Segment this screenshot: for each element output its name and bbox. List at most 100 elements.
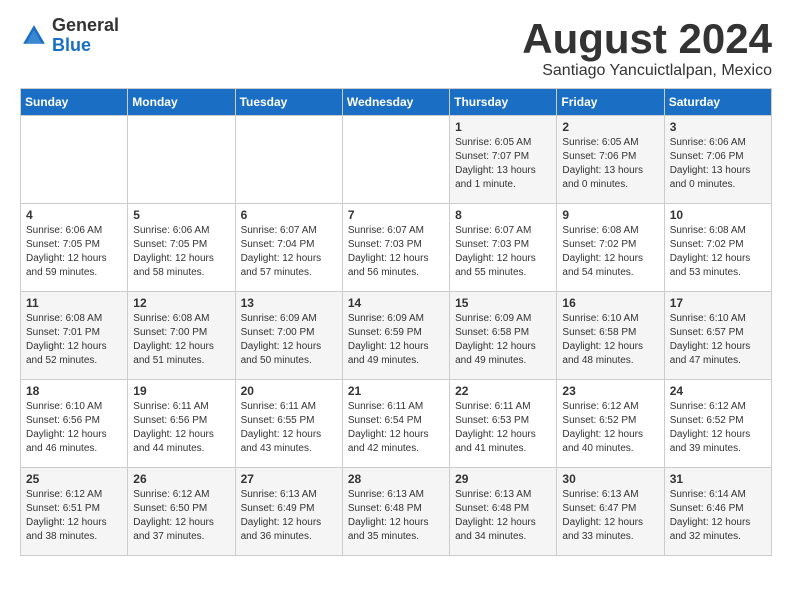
logo-general-text: General <box>52 16 119 36</box>
day-info: Sunrise: 6:09 AM Sunset: 7:00 PM Dayligh… <box>241 312 337 368</box>
location-title: Santiago Yancuictlalpan, Mexico <box>522 62 772 80</box>
day-number: 21 <box>348 384 444 398</box>
calendar-cell: 12Sunrise: 6:08 AM Sunset: 7:00 PM Dayli… <box>128 292 235 380</box>
day-number: 1 <box>455 120 551 134</box>
day-info: Sunrise: 6:07 AM Sunset: 7:03 PM Dayligh… <box>455 224 551 280</box>
weekday-header-saturday: Saturday <box>664 89 771 116</box>
calendar-cell: 13 Sunrise: 6:09 AM Sunset: 7:00 PM Dayli… <box>235 292 342 380</box>
calendar-cell: 8Sunrise: 6:07 AM Sunset: 7:03 PM Daylig… <box>450 204 557 292</box>
day-number: 3 <box>670 120 766 134</box>
day-info: Sunrise: 6:14 AM Sunset: 6:46 PM Dayligh… <box>670 488 766 544</box>
calendar-cell: 5Sunrise: 6:06 AM Sunset: 7:05 PM Daylig… <box>128 204 235 292</box>
calendar-cell: 22 Sunrise: 6:11 AM Sunset: 6:53 PM Dayli… <box>450 380 557 468</box>
day-number: 22 <box>455 384 551 398</box>
day-number: 26 <box>133 472 229 486</box>
day-info: Sunrise: 6:13 AM Sunset: 6:49 PM Dayligh… <box>241 488 337 544</box>
day-info: Sunrise: 6:13 AM Sunset: 6:48 PM Dayligh… <box>455 488 551 544</box>
calendar-cell: 2 Sunrise: 6:05 AM Sunset: 7:06 PM Daylig… <box>557 116 664 204</box>
day-info: Sunrise: 6:09 AM Sunset: 6:59 PM Dayligh… <box>348 312 444 368</box>
day-number: 7 <box>348 208 444 222</box>
day-number: 16 <box>562 296 658 310</box>
day-info: Sunrise: 6:11 AM Sunset: 6:56 PM Dayligh… <box>133 400 229 456</box>
day-info: Sunrise: 6:10 AM Sunset: 6:58 PM Dayligh… <box>562 312 658 368</box>
day-info: Sunrise: 6:12 AM Sunset: 6:52 PM Dayligh… <box>562 400 658 456</box>
calendar-cell: 30Sunrise: 6:13 AM Sunset: 6:47 PM Dayli… <box>557 468 664 556</box>
day-info: Sunrise: 6:11 AM Sunset: 6:53 PM Dayligh… <box>455 400 551 456</box>
calendar-cell: 10 Sunrise: 6:08 AM Sunset: 7:02 PM Dayli… <box>664 204 771 292</box>
day-number: 25 <box>26 472 122 486</box>
calendar-cell: 17 Sunrise: 6:10 AM Sunset: 6:57 PM Dayli… <box>664 292 771 380</box>
page-header: General Blue August 2024 Santiago Yancui… <box>20 16 772 80</box>
weekday-header-monday: Monday <box>128 89 235 116</box>
calendar-cell: 14 Sunrise: 6:09 AM Sunset: 6:59 PM Dayli… <box>342 292 449 380</box>
logo-icon <box>20 22 48 50</box>
calendar-cell: 9Sunrise: 6:08 AM Sunset: 7:02 PM Daylig… <box>557 204 664 292</box>
calendar-cell: 6Sunrise: 6:07 AM Sunset: 7:04 PM Daylig… <box>235 204 342 292</box>
day-info: Sunrise: 6:12 AM Sunset: 6:50 PM Dayligh… <box>133 488 229 544</box>
day-info: Sunrise: 6:08 AM Sunset: 7:02 PM Dayligh… <box>670 224 766 280</box>
calendar-cell: 23 Sunrise: 6:12 AM Sunset: 6:52 PM Dayli… <box>557 380 664 468</box>
logo: General Blue <box>20 16 119 56</box>
weekday-header-tuesday: Tuesday <box>235 89 342 116</box>
calendar-cell: 21 Sunrise: 6:11 AM Sunset: 6:54 PM Dayli… <box>342 380 449 468</box>
day-number: 10 <box>670 208 766 222</box>
day-info: Sunrise: 6:08 AM Sunset: 7:02 PM Dayligh… <box>562 224 658 280</box>
calendar-week-row: 4 Sunrise: 6:06 AM Sunset: 7:05 PM Daylig… <box>21 204 772 292</box>
calendar-cell: 26 Sunrise: 6:12 AM Sunset: 6:50 PM Dayli… <box>128 468 235 556</box>
calendar-cell: 4 Sunrise: 6:06 AM Sunset: 7:05 PM Daylig… <box>21 204 128 292</box>
day-number: 27 <box>241 472 337 486</box>
day-info: Sunrise: 6:10 AM Sunset: 6:57 PM Dayligh… <box>670 312 766 368</box>
weekday-header-row: SundayMondayTuesdayWednesdayThursdayFrid… <box>21 89 772 116</box>
day-number: 13 <box>241 296 337 310</box>
day-number: 28 <box>348 472 444 486</box>
calendar-cell: 1Sunrise: 6:05 AM Sunset: 7:07 PM Daylig… <box>450 116 557 204</box>
day-number: 17 <box>670 296 766 310</box>
day-info: Sunrise: 6:08 AM Sunset: 7:01 PM Dayligh… <box>26 312 122 368</box>
weekday-header-wednesday: Wednesday <box>342 89 449 116</box>
calendar-week-row: 25 Sunrise: 6:12 AM Sunset: 6:51 PM Dayli… <box>21 468 772 556</box>
day-info: Sunrise: 6:07 AM Sunset: 7:04 PM Dayligh… <box>241 224 337 280</box>
calendar-cell: 31 Sunrise: 6:14 AM Sunset: 6:46 PM Dayli… <box>664 468 771 556</box>
calendar-cell: 27 Sunrise: 6:13 AM Sunset: 6:49 PM Dayli… <box>235 468 342 556</box>
day-number: 30 <box>562 472 658 486</box>
calendar-cell <box>128 116 235 204</box>
month-title: August 2024 <box>522 16 772 62</box>
day-number: 4 <box>26 208 122 222</box>
calendar-cell: 20Sunrise: 6:11 AM Sunset: 6:55 PM Dayli… <box>235 380 342 468</box>
day-number: 11 <box>26 296 122 310</box>
calendar-cell: 25 Sunrise: 6:12 AM Sunset: 6:51 PM Dayli… <box>21 468 128 556</box>
weekday-header-sunday: Sunday <box>21 89 128 116</box>
day-number: 2 <box>562 120 658 134</box>
weekday-header-thursday: Thursday <box>450 89 557 116</box>
day-info: Sunrise: 6:13 AM Sunset: 6:48 PM Dayligh… <box>348 488 444 544</box>
calendar-cell: 28 Sunrise: 6:13 AM Sunset: 6:48 PM Dayli… <box>342 468 449 556</box>
day-number: 24 <box>670 384 766 398</box>
day-number: 29 <box>455 472 551 486</box>
calendar-cell: 7 Sunrise: 6:07 AM Sunset: 7:03 PM Daylig… <box>342 204 449 292</box>
day-info: Sunrise: 6:07 AM Sunset: 7:03 PM Dayligh… <box>348 224 444 280</box>
day-info: Sunrise: 6:12 AM Sunset: 6:51 PM Dayligh… <box>26 488 122 544</box>
day-number: 18 <box>26 384 122 398</box>
day-number: 12 <box>133 296 229 310</box>
day-info: Sunrise: 6:05 AM Sunset: 7:06 PM Dayligh… <box>562 136 658 192</box>
calendar-cell <box>21 116 128 204</box>
day-info: Sunrise: 6:06 AM Sunset: 7:05 PM Dayligh… <box>133 224 229 280</box>
day-info: Sunrise: 6:06 AM Sunset: 7:06 PM Dayligh… <box>670 136 766 192</box>
calendar-cell <box>235 116 342 204</box>
logo-blue-text: Blue <box>52 36 119 56</box>
day-number: 23 <box>562 384 658 398</box>
day-number: 19 <box>133 384 229 398</box>
calendar-cell: 3 Sunrise: 6:06 AM Sunset: 7:06 PM Daylig… <box>664 116 771 204</box>
calendar-cell: 19 Sunrise: 6:11 AM Sunset: 6:56 PM Dayli… <box>128 380 235 468</box>
calendar-cell: 11 Sunrise: 6:08 AM Sunset: 7:01 PM Dayli… <box>21 292 128 380</box>
calendar-cell: 29 Sunrise: 6:13 AM Sunset: 6:48 PM Dayli… <box>450 468 557 556</box>
calendar-week-row: 11 Sunrise: 6:08 AM Sunset: 7:01 PM Dayli… <box>21 292 772 380</box>
calendar-week-row: 1Sunrise: 6:05 AM Sunset: 7:07 PM Daylig… <box>21 116 772 204</box>
weekday-header-friday: Friday <box>557 89 664 116</box>
day-info: Sunrise: 6:06 AM Sunset: 7:05 PM Dayligh… <box>26 224 122 280</box>
calendar-table: SundayMondayTuesdayWednesdayThursdayFrid… <box>20 88 772 556</box>
day-number: 14 <box>348 296 444 310</box>
day-info: Sunrise: 6:11 AM Sunset: 6:54 PM Dayligh… <box>348 400 444 456</box>
day-info: Sunrise: 6:11 AM Sunset: 6:55 PM Dayligh… <box>241 400 337 456</box>
day-number: 31 <box>670 472 766 486</box>
